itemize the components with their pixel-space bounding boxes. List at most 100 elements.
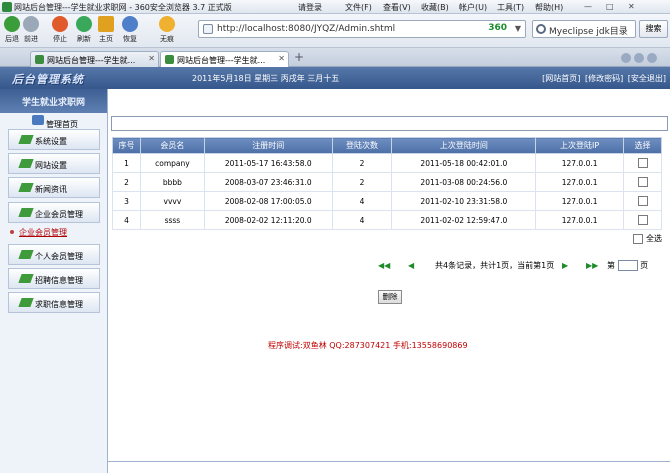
minimize-icon[interactable]: — bbox=[584, 2, 592, 11]
sidebar-item-news[interactable]: 新闻资讯 bbox=[8, 177, 100, 198]
tab-favicon-icon bbox=[35, 55, 44, 64]
home-button[interactable]: 主页 bbox=[94, 16, 118, 44]
link-logout[interactable]: [安全退出] bbox=[628, 74, 666, 83]
folder-icon bbox=[18, 135, 34, 144]
cell-last-login-ip: 127.0.0.1 bbox=[535, 172, 625, 192]
undo-icon bbox=[122, 16, 138, 32]
select-all-checkbox[interactable] bbox=[633, 233, 643, 244]
pagination-info: 共4条记录，共计1页，当前第1页 bbox=[435, 261, 555, 270]
col-header-member: 会员名 bbox=[139, 137, 205, 154]
footer-credits: 程序调试:双鱼林 QQ:287307421 手机:13558690869 bbox=[268, 341, 468, 350]
cell-last-login-time: 2011-03-08 00:24:56.0 bbox=[391, 172, 537, 192]
delete-button[interactable]: 删除 bbox=[378, 290, 402, 304]
cell-register-time: 2008-03-07 23:46:31.0 bbox=[203, 172, 333, 192]
sidebar-item-personal-members[interactable]: 个人会员管理 bbox=[8, 244, 100, 265]
forward-button[interactable]: 前进 bbox=[19, 16, 43, 44]
sidebar-item-job-seekers[interactable]: 求职信息管理 bbox=[8, 292, 100, 313]
cell-index: 2 bbox=[112, 172, 141, 192]
site-logo: 后台管理系统 bbox=[12, 73, 84, 86]
top-text-field[interactable] bbox=[111, 116, 668, 131]
close-window-icon[interactable]: ✕ bbox=[628, 2, 635, 11]
search-icon bbox=[536, 24, 546, 34]
cell-index: 4 bbox=[112, 210, 141, 230]
row-checkbox[interactable] bbox=[637, 177, 648, 187]
menu-account[interactable]: 帐户(U) bbox=[459, 2, 487, 13]
browser-tab[interactable]: 网站后台管理---学生就... ✕ bbox=[30, 51, 159, 67]
address-dropdown-icon[interactable]: ▼ bbox=[515, 24, 521, 33]
sidebar-item-enterprise-members[interactable]: 企业会员管理 bbox=[8, 202, 100, 223]
home-icon bbox=[98, 16, 114, 32]
close-tab-icon[interactable]: ✕ bbox=[148, 54, 155, 63]
sidebar-item-site-settings[interactable]: 网站设置 bbox=[8, 153, 100, 174]
refresh-button[interactable]: 刷新 bbox=[72, 16, 96, 44]
table-row: 2 bbbb 2008-03-07 23:46:31.0 2 2011-03-0… bbox=[112, 172, 662, 192]
first-page-icon[interactable]: ◀◀ bbox=[378, 261, 390, 270]
cell-last-login-ip: 127.0.0.1 bbox=[535, 191, 625, 211]
forward-arrow-icon bbox=[23, 16, 39, 32]
folder-icon bbox=[18, 183, 34, 192]
sidebar: 学生就业求职网 管理首页 系统设置 网站设置 新闻资讯 企业会员管理 企业会员管… bbox=[0, 89, 108, 473]
cell-select bbox=[623, 172, 662, 192]
page-icon bbox=[203, 24, 213, 34]
row-checkbox[interactable] bbox=[637, 196, 648, 206]
cell-index: 3 bbox=[112, 191, 141, 211]
next-page-icon[interactable]: ▶ bbox=[562, 261, 568, 270]
menu-file[interactable]: 文件(F) bbox=[345, 2, 372, 13]
stop-button[interactable]: 停止 bbox=[48, 16, 72, 44]
tab-list-icon[interactable] bbox=[647, 53, 657, 63]
sidebar-item-system-settings[interactable]: 系统设置 bbox=[8, 129, 100, 150]
table-row: 1 company 2011-05-17 16:43:58.0 2 2011-0… bbox=[112, 153, 662, 173]
table-row: 3 vvvv 2008-02-08 17:00:05.0 4 2011-02-1… bbox=[112, 191, 662, 211]
cell-member: company bbox=[139, 153, 205, 173]
cell-register-time: 2008-02-08 17:00:05.0 bbox=[203, 191, 333, 211]
search-input[interactable]: Myeclipse jdk目录 bbox=[532, 20, 636, 38]
home-icon bbox=[32, 115, 44, 125]
folder-icon bbox=[18, 159, 34, 168]
restore-button[interactable]: 恢复 bbox=[118, 16, 142, 44]
cell-index: 1 bbox=[112, 153, 141, 173]
cell-member: vvvv bbox=[139, 191, 205, 211]
col-header-index: 序号 bbox=[112, 137, 141, 154]
cell-last-login-ip: 127.0.0.1 bbox=[535, 210, 625, 230]
page-number-input[interactable] bbox=[617, 260, 638, 271]
link-change-password[interactable]: [修改密码] bbox=[585, 74, 623, 83]
cell-select bbox=[623, 210, 662, 230]
table-header-row: 序号 会员名 注册时间 登陆次数 上次登陆时间 上次登陆IP 选择 bbox=[112, 137, 662, 154]
browser-titlebar: 网站后台管理---学生就业求职网 - 360安全浏览器 3.7 正式版 请登录 … bbox=[0, 0, 670, 14]
folder-icon bbox=[18, 274, 34, 283]
search-button[interactable]: 搜索 bbox=[639, 20, 668, 38]
menu-help[interactable]: 帮助(H) bbox=[535, 2, 563, 13]
cell-login-count: 4 bbox=[331, 210, 393, 230]
close-tab-icon[interactable]: ✕ bbox=[278, 54, 285, 63]
prev-page-icon[interactable]: ◀ bbox=[408, 261, 414, 270]
link-site-home[interactable]: [网站首页] bbox=[542, 74, 580, 83]
row-checkbox[interactable] bbox=[637, 158, 648, 168]
new-tab-icon[interactable]: + bbox=[293, 51, 305, 64]
address-bar[interactable]: http://localhost:8080/JYQZ/Admin.shtml 3… bbox=[198, 20, 526, 38]
browser-tab-active[interactable]: 网站后台管理---学生就... ✕ bbox=[160, 51, 289, 67]
cell-login-count: 4 bbox=[331, 191, 393, 211]
page-header: 后台管理系统 2011年5月18日 星期三 丙戌年 三月十五 [网站首页] [修… bbox=[0, 67, 670, 89]
cell-last-login-time: 2011-02-10 23:31:58.0 bbox=[391, 191, 537, 211]
sidebar-item-job-postings[interactable]: 招聘信息管理 bbox=[8, 268, 100, 289]
browser-toolbar: 后退 前进 停止 刷新 主页 恢复 无痕 http://localhost:80… bbox=[0, 14, 670, 48]
menu-tools[interactable]: 工具(T) bbox=[497, 2, 524, 13]
tab-prev-icon[interactable] bbox=[621, 53, 631, 63]
refresh-icon bbox=[76, 16, 92, 32]
select-all[interactable]: 全选 bbox=[633, 233, 662, 244]
current-date: 2011年5月18日 星期三 丙戌年 三月十五 bbox=[192, 74, 340, 83]
menu-login[interactable]: 请登录 bbox=[298, 2, 322, 13]
col-header-select: 选择 bbox=[623, 137, 662, 154]
maximize-icon[interactable]: □ bbox=[606, 2, 614, 11]
back-arrow-icon bbox=[4, 16, 20, 32]
cell-member: bbbb bbox=[139, 172, 205, 192]
header-links: [网站首页] [修改密码] [安全退出] bbox=[540, 73, 666, 84]
incognito-button[interactable]: 无痕 bbox=[155, 16, 179, 44]
tab-next-icon[interactable] bbox=[634, 53, 644, 63]
col-header-register-time: 注册时间 bbox=[203, 137, 333, 154]
menu-view[interactable]: 查看(V) bbox=[383, 2, 411, 13]
menu-favorites[interactable]: 收藏(B) bbox=[421, 2, 449, 13]
last-page-icon[interactable]: ▶▶ bbox=[586, 261, 598, 270]
cell-login-count: 2 bbox=[331, 153, 393, 173]
row-checkbox[interactable] bbox=[637, 215, 648, 225]
